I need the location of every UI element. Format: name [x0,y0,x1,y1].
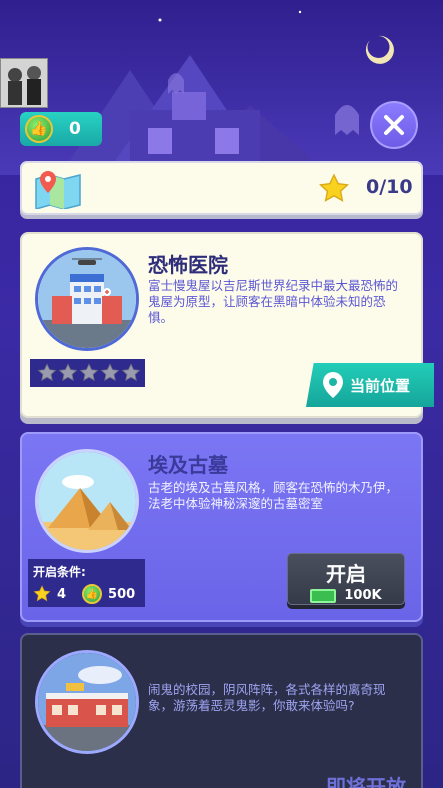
current-location-tag: 当前位置 [306,363,434,407]
level-description: 闹鬼的校园，阴风阵阵，各式各样的离奇现象，游荡着恶灵鬼影，你敢来体验吗? [148,682,386,713]
cash-icon [310,588,337,603]
rating-star-icon [79,363,99,382]
map-icon [35,171,81,209]
level-description: 古老的埃及古墓风格，顾客在恐怖的木乃伊，法老中体验神秘深邃的古墓密室 [148,480,399,511]
close-button[interactable] [370,101,418,149]
likes-counter: 👍 0 [20,112,102,146]
level-title: 恐怖医院 [148,253,228,277]
current-location-label: 当前位置 [350,376,411,395]
unlock-conditions: 开启条件: 4 👍 500 [28,559,145,607]
school-thumbnail [35,650,139,754]
pyramid-thumbnail [35,449,139,553]
unlock-cost: 100K [344,588,382,603]
close-icon [384,115,404,135]
likes-value: 0 [69,119,81,139]
rating-star-icon [121,363,141,382]
rating-star-icon [100,363,120,382]
thumbs-up-icon: 👍 [25,115,53,143]
unlock-button-label: 开启 [326,562,366,586]
level-rating [30,359,145,387]
unlock-button[interactable]: 开启 100K [287,553,405,605]
player-avatar[interactable] [0,58,48,108]
rating-star-icon [37,363,57,382]
coming-soon-label: 即将开放 [326,775,406,788]
star-icon [33,585,51,602]
thumbs-up-icon: 👍 [82,584,103,604]
level-card-egypt[interactable]: 埃及古墓 古老的埃及古墓风格，顾客在恐怖的木乃伊，法老中体验神秘深邃的古墓密室 … [20,432,423,622]
star-icon [319,173,349,202]
level-card-hospital[interactable]: 恐怖医院 富士慢鬼屋以吉尼斯世界纪录中最大最恐怖的鬼屋为原型，让顾客在黑暗中体验… [20,232,434,418]
location-pin-icon [323,372,343,398]
unlock-likes-value: 500 [108,586,136,602]
level-description: 富士慢鬼屋以吉尼斯世界纪录中最大最恐怖的鬼屋为原型，让顾客在黑暗中体验未知的恐惧… [148,278,399,325]
progress-value: 0/10 [366,176,413,198]
hospital-thumbnail [35,247,139,351]
collection-progress-bar: 0/10 [20,161,423,215]
rating-star-icon [58,363,78,382]
haunted-house-background [0,0,443,175]
level-card-school: 闹鬼的校园，阴风阵阵，各式各样的离奇现象，游荡着恶灵鬼影，你敢来体验吗? 即将开… [20,633,423,788]
unlock-conditions-label: 开启条件: [33,565,86,579]
level-title: 埃及古墓 [148,453,228,477]
unlock-stars-value: 4 [57,586,67,602]
